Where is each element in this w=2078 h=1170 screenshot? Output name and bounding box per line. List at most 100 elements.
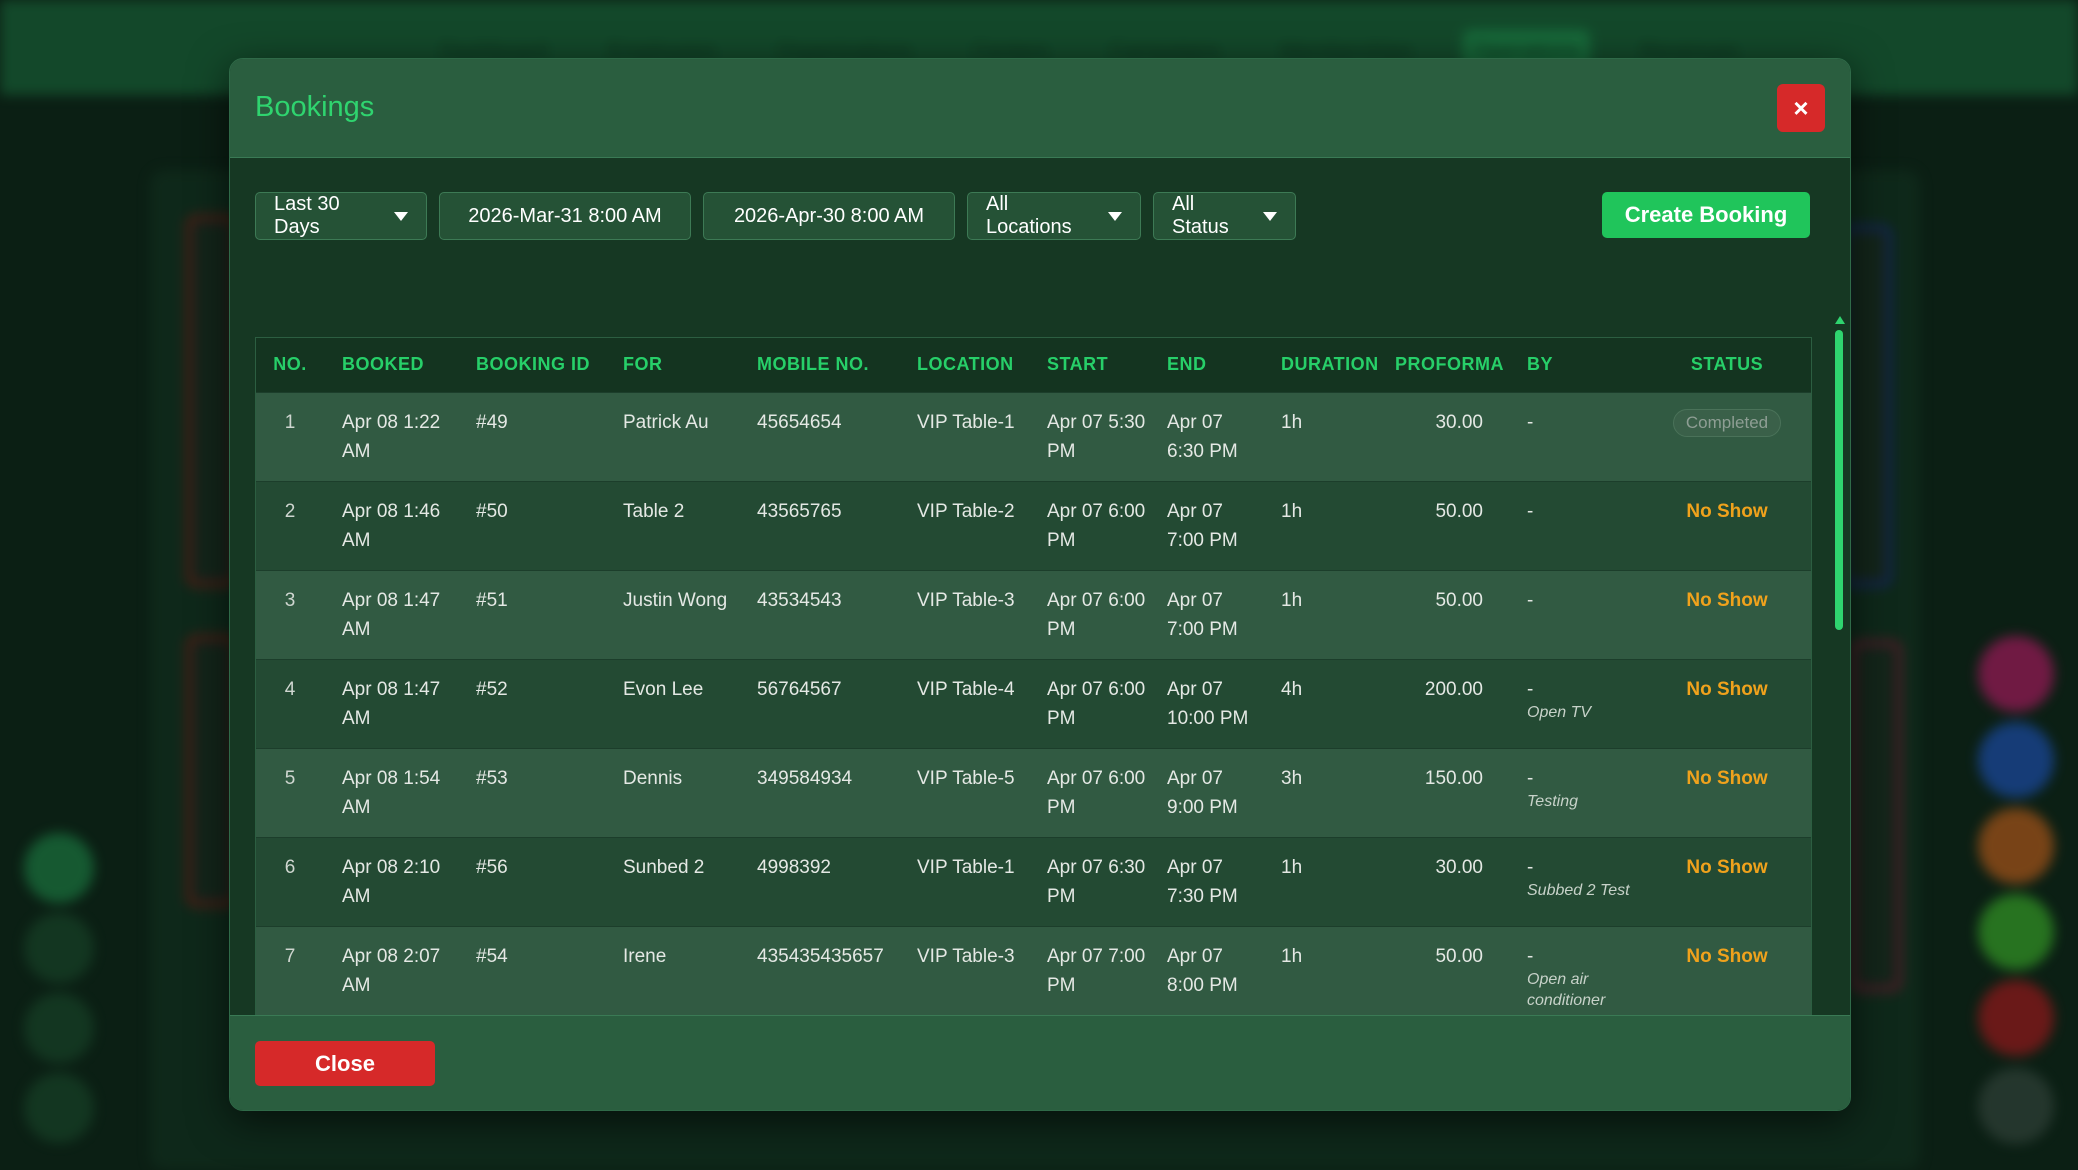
scroll-thumb[interactable] xyxy=(1835,330,1843,630)
start-cell: Apr 07 7:00 PM xyxy=(1047,945,1146,996)
background-fab xyxy=(1978,980,2054,1056)
by-cell: - xyxy=(1509,392,1643,481)
close-x-button[interactable]: × xyxy=(1777,84,1825,132)
booking-id-cell: #54 xyxy=(476,945,508,967)
status-badge[interactable]: No Show xyxy=(1686,590,1767,611)
booked-cell: Apr 08 2:10 AM xyxy=(342,856,441,907)
status-badge[interactable]: No Show xyxy=(1686,501,1767,522)
modal-header: Bookings × xyxy=(230,59,1850,158)
status-select[interactable]: All Status xyxy=(1153,192,1296,240)
modal-scrollbar[interactable] xyxy=(1834,316,1845,1073)
by-value: - xyxy=(1527,411,1534,433)
modal-footer: Close xyxy=(230,1015,1850,1110)
col-header-booked[interactable]: BOOKED xyxy=(324,338,458,392)
start-cell: Apr 07 6:00 PM xyxy=(1047,678,1146,729)
col-header-duration[interactable]: DURATION xyxy=(1263,338,1395,392)
for-cell: Justin Wong xyxy=(623,589,728,611)
end-date-input[interactable]: 2026-Apr-30 8:00 AM xyxy=(703,192,955,240)
background-fab xyxy=(1978,636,2054,712)
for-cell: Dennis xyxy=(623,767,683,789)
status-cell: No Show xyxy=(1643,748,1811,837)
booked-cell: Apr 08 1:46 AM xyxy=(342,500,441,551)
scroll-up-arrow-icon[interactable] xyxy=(1835,316,1845,324)
close-icon: × xyxy=(1793,92,1809,123)
bookings-modal: Bookings × Last 30 Days 2026-Mar-31 8:00… xyxy=(229,58,1851,1111)
mobile-cell: 43534543 xyxy=(757,589,842,611)
booked-cell: Apr 08 2:07 AM xyxy=(342,945,441,996)
mobile-cell: 56764567 xyxy=(757,678,842,700)
create-booking-button[interactable]: Create Booking xyxy=(1602,192,1810,238)
proforma-cell: 50.00 xyxy=(1435,500,1483,522)
table-row[interactable]: 3 Apr 08 1:47 AM #51 Justin Wong 43534543 VIP… xyxy=(256,570,1811,659)
by-cell: - Open air conditioner xyxy=(1509,926,1643,1026)
by-cell: - Testing xyxy=(1509,748,1643,837)
location-cell: VIP Table-4 xyxy=(917,678,1015,700)
end-cell: Apr 07 9:00 PM xyxy=(1167,767,1238,818)
caret-down-icon xyxy=(394,211,408,221)
start-date-value: 2026-Mar-31 8:00 AM xyxy=(468,204,662,227)
col-header-status[interactable]: STATUS xyxy=(1643,338,1811,392)
status-badge[interactable]: No Show xyxy=(1686,768,1767,789)
status-badge[interactable]: Completed xyxy=(1672,408,1782,437)
start-date-input[interactable]: 2026-Mar-31 8:00 AM xyxy=(439,192,691,240)
modal-body: Last 30 Days 2026-Mar-31 8:00 AM 2026-Ap… xyxy=(230,158,1850,1073)
col-header-mobile[interactable]: MOBILE NO. xyxy=(739,338,899,392)
location-select[interactable]: All Locations xyxy=(967,192,1141,240)
background-fab xyxy=(1978,1068,2054,1144)
mobile-cell: 349584934 xyxy=(757,767,853,789)
booking-id-cell: #53 xyxy=(476,767,508,789)
row-number-cell: 6 xyxy=(284,856,296,878)
background-side-button xyxy=(24,833,94,903)
end-cell: Apr 07 10:00 PM xyxy=(1167,678,1249,729)
by-cell: - Open TV xyxy=(1509,659,1643,748)
row-number-cell: 2 xyxy=(284,500,296,522)
duration-cell: 1h xyxy=(1281,589,1303,611)
location-cell: VIP Table-3 xyxy=(917,945,1015,967)
booking-note: Testing xyxy=(1527,792,1578,810)
col-header-start[interactable]: START xyxy=(1029,338,1149,392)
status-value: All Status xyxy=(1172,193,1229,238)
end-cell: Apr 07 7:00 PM xyxy=(1167,589,1238,640)
filter-bar: Last 30 Days 2026-Mar-31 8:00 AM 2026-Ap… xyxy=(255,192,1296,240)
col-header-location[interactable]: LOCATION xyxy=(899,338,1029,392)
end-cell: Apr 07 7:30 PM xyxy=(1167,856,1238,907)
by-value: - xyxy=(1527,589,1534,611)
by-cell: - Subbed 2 Test xyxy=(1509,837,1643,926)
caret-down-icon xyxy=(1263,211,1277,221)
duration-cell: 1h xyxy=(1281,945,1303,967)
start-cell: Apr 07 5:30 PM xyxy=(1047,411,1146,462)
table-row[interactable]: 1 Apr 08 1:22 AM #49 Patrick Au 45654654 VIP … xyxy=(256,392,1811,481)
col-header-by[interactable]: BY xyxy=(1509,338,1643,392)
by-value: - xyxy=(1527,678,1534,700)
status-badge[interactable]: No Show xyxy=(1686,679,1767,700)
booked-cell: Apr 08 1:22 AM xyxy=(342,411,441,462)
booking-id-cell: #50 xyxy=(476,500,508,522)
col-header-booking-id[interactable]: BOOKING ID xyxy=(458,338,605,392)
col-header-end[interactable]: END xyxy=(1149,338,1263,392)
booking-id-cell: #56 xyxy=(476,856,508,878)
duration-cell: 1h xyxy=(1281,411,1303,433)
status-cell: No Show xyxy=(1643,570,1811,659)
table-row[interactable]: 4 Apr 08 1:47 AM #52 Evon Lee 56764567 VIP Ta… xyxy=(256,659,1811,748)
booked-cell: Apr 08 1:47 AM xyxy=(342,589,441,640)
table-row[interactable]: 2 Apr 08 1:46 AM #50 Table 2 43565765 VIP Tab… xyxy=(256,481,1811,570)
for-cell: Patrick Au xyxy=(623,411,709,433)
col-header-proforma[interactable]: PROFORMA xyxy=(1395,338,1509,392)
date-range-value: Last 30 Days xyxy=(274,193,340,238)
booking-note: Open TV xyxy=(1527,703,1592,721)
status-badge[interactable]: No Show xyxy=(1686,857,1767,878)
by-cell: - xyxy=(1509,481,1643,570)
mobile-cell: 4998392 xyxy=(757,856,831,878)
close-button[interactable]: Close xyxy=(255,1041,435,1086)
table-row[interactable]: 5 Apr 08 1:54 AM #53 Dennis 349584934 VIP Tab… xyxy=(256,748,1811,837)
col-header-for[interactable]: FOR xyxy=(605,338,739,392)
table-row[interactable]: 6 Apr 08 2:10 AM #56 Sunbed 2 4998392 VIP Tab… xyxy=(256,837,1811,926)
row-number-cell: 3 xyxy=(284,589,296,611)
table-row[interactable]: 7 Apr 08 2:07 AM #54 Irene 435435435657 VIP T… xyxy=(256,926,1811,1026)
date-range-select[interactable]: Last 30 Days xyxy=(255,192,427,240)
status-badge[interactable]: No Show xyxy=(1686,946,1767,967)
row-number-cell: 4 xyxy=(284,678,296,700)
col-header-no[interactable]: NO. xyxy=(256,338,324,392)
for-cell: Irene xyxy=(623,945,667,967)
booked-cell: Apr 08 1:47 AM xyxy=(342,678,441,729)
